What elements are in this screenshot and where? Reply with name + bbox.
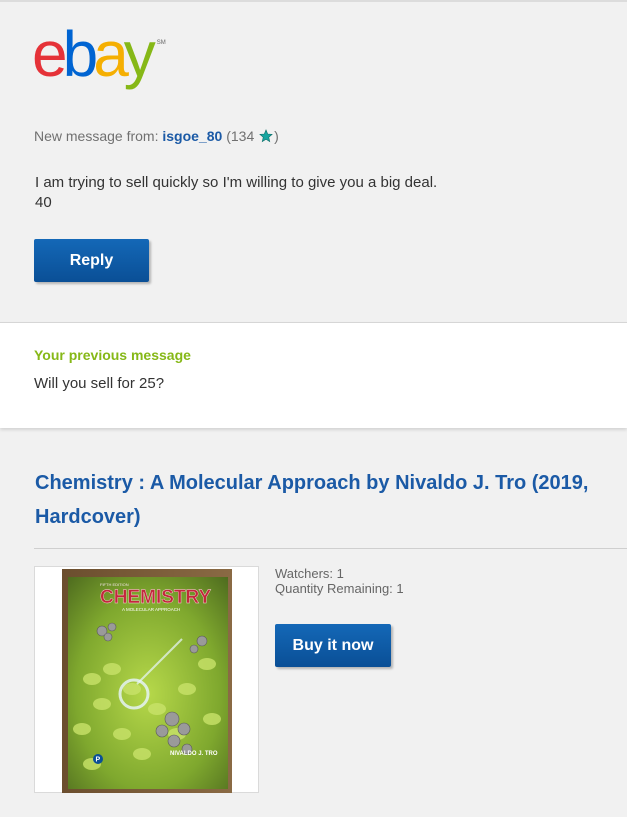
message-body-line2: 40	[35, 194, 52, 211]
previous-message-panel: Your previous message Will you sell for …	[0, 322, 627, 428]
logo-letter-y: y	[123, 18, 156, 90]
top-rule	[0, 0, 627, 2]
reply-button[interactable]: Reply	[34, 239, 149, 282]
publisher-logo-letter: P	[96, 757, 101, 764]
message-from-line: New message from: isgoe_80 (134 )	[34, 128, 279, 144]
message-body: I am trying to sell quickly so I'm willi…	[35, 173, 437, 213]
logo-letter-e: e	[32, 18, 68, 90]
book-cover-subtitle: A MOLECULAR APPROACH	[122, 607, 180, 612]
logo-letter-a: a	[93, 18, 129, 90]
feedback-score: (134 )	[226, 128, 279, 144]
sender-link[interactable]: isgoe_80	[162, 128, 222, 144]
item-title-link[interactable]: Chemistry : A Molecular Approach by Niva…	[35, 466, 615, 534]
email-page: ebay SM New message from: isgoe_80 (134 )…	[0, 0, 627, 817]
book-cover-title: CHEMISTRY	[100, 587, 212, 608]
quantity-remaining: Quantity Remaining: 1	[275, 581, 404, 596]
from-label: New message from:	[34, 128, 159, 144]
message-body-line1: I am trying to sell quickly so I'm willi…	[35, 174, 438, 191]
item-meta: Watchers: 1 Quantity Remaining: 1	[275, 566, 404, 596]
item-image-frame[interactable]: FIFTH EDITION CHEMISTRY A MOLECULAR APPR…	[34, 566, 259, 793]
logo-letter-b: b	[62, 18, 99, 90]
item-divider	[34, 548, 627, 549]
book-cover-author: NIVALDO J. TRO	[170, 751, 218, 757]
previous-message-label: Your previous message	[34, 347, 191, 363]
previous-message-text: Will you sell for 25?	[34, 375, 165, 392]
book-cover-image[interactable]: FIFTH EDITION CHEMISTRY A MOLECULAR APPR…	[62, 569, 232, 793]
logo-trademark: SM	[156, 40, 166, 46]
teal-star-icon	[259, 129, 273, 143]
buy-it-now-button[interactable]: Buy it now	[275, 624, 391, 667]
feedback-score-open: (134	[226, 128, 255, 144]
ebay-logo[interactable]: ebay SM	[32, 22, 166, 86]
feedback-score-close: )	[274, 128, 279, 144]
watchers-count: Watchers: 1	[275, 566, 344, 581]
